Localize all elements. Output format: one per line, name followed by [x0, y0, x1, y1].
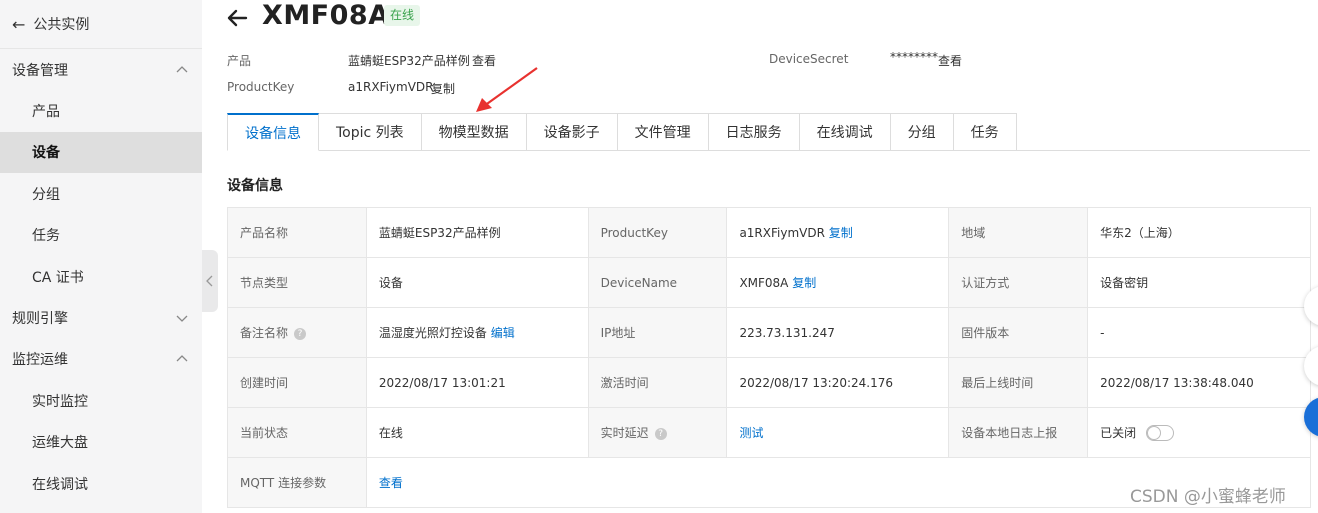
current-status-label: 当前状态 [227, 407, 367, 458]
help-icon[interactable]: ? [294, 327, 307, 340]
sidebar-group-rule-engine[interactable]: 规则引擎 [0, 297, 202, 338]
product-value: 蓝蜻蜓ESP32产品样例 [348, 54, 470, 68]
sidebar-item-task[interactable]: 任务 [0, 215, 202, 256]
productkey-copy-link[interactable]: 复制 [431, 80, 455, 97]
help-icon[interactable]: ? [654, 427, 667, 440]
page-title: XMF08A [262, 0, 390, 31]
sidebar-group-device-management[interactable]: 设备管理 [0, 49, 202, 90]
status-badge: 在线 [384, 5, 421, 26]
activated-time-label: 激活时间 [587, 357, 728, 408]
region-value: 华东2（上海） [1087, 207, 1311, 258]
sidebar-item-ops-dashboard[interactable]: 运维大盘 [0, 422, 202, 463]
auth-method-label: 认证方式 [948, 257, 1089, 308]
group-label: 监控运维 [12, 352, 68, 369]
tab-online-debug[interactable]: 在线调试 [799, 113, 891, 151]
local-log-report-value: 已关闭 [1100, 425, 1137, 440]
watermark: CSDN @小蜜蜂老师 [1130, 487, 1286, 507]
group-label: 规则引擎 [12, 311, 68, 328]
mqtt-params-label: MQTT 连接参数 [227, 457, 367, 508]
chevron-up-icon [176, 355, 188, 362]
chevron-down-icon [176, 315, 188, 322]
created-time-value: 2022/08/17 13:01:21 [365, 357, 589, 408]
firmware-version-value: - [1087, 307, 1311, 358]
table-row: 备注名称? 温湿度光照灯控设备 编辑 IP地址 223.73.131.247 固… [227, 307, 1311, 358]
back-to-instances-link[interactable]: ← 公共实例 [0, 0, 202, 49]
sidebar-collapse-handle[interactable] [202, 250, 218, 312]
productkey-value: a1RXFiymVDR [739, 226, 825, 240]
sidebar-group-monitoring[interactable]: 监控运维 [0, 339, 202, 380]
sidebar-item-ca-cert[interactable]: CA 证书 [0, 256, 202, 297]
created-time-label: 创建时间 [227, 357, 367, 408]
sidebar-item-group[interactable]: 分组 [0, 173, 202, 214]
table-row: 创建时间 2022/08/17 13:01:21 激活时间 2022/08/17… [227, 357, 1311, 408]
devicename-label: DeviceName [587, 257, 728, 308]
devicesecret-view-link[interactable]: 查看 [938, 52, 962, 69]
device-tabs: 设备信息 Topic 列表 物模型数据 设备影子 文件管理 日志服务 在线调试 … [227, 113, 1310, 151]
remark-name-label: 备注名称 [240, 326, 289, 340]
mqtt-params-view-link[interactable]: 查看 [379, 476, 403, 490]
devicename-value: XMF08A [739, 276, 789, 290]
latency-test-link[interactable]: 测试 [739, 426, 763, 440]
current-status-value: 在线 [365, 407, 589, 458]
productkey-copy-link[interactable]: 复制 [829, 226, 853, 240]
tab-file-management[interactable]: 文件管理 [617, 113, 709, 151]
sidebar-item-realtime-monitor[interactable]: 实时监控 [0, 380, 202, 421]
arrow-left-icon: ← [12, 14, 26, 34]
local-log-report-label: 设备本地日志上报 [948, 407, 1089, 458]
sidebar-item-device[interactable]: 设备 [0, 131, 202, 174]
remark-edit-link[interactable]: 编辑 [491, 326, 515, 340]
product-name-label: 产品名称 [227, 207, 367, 258]
productkey-label: ProductKey [227, 80, 295, 94]
ip-address-value: 223.73.131.247 [726, 307, 950, 358]
sidebar: ← 公共实例 设备管理 产品 设备 分组 任务 CA 证书 规则引擎 监控运维 … [0, 0, 202, 513]
node-type-value: 设备 [365, 257, 589, 308]
annotation-arrow [476, 67, 538, 112]
chevron-left-icon [206, 275, 213, 287]
section-title: 设备信息 [227, 178, 283, 194]
tab-group[interactable]: 分组 [890, 113, 954, 151]
region-label: 地域 [948, 207, 1089, 258]
sidebar-item-product[interactable]: 产品 [0, 90, 202, 131]
table-row: 节点类型 设备 DeviceName XMF08A 复制 认证方式 设备密钥 [227, 257, 1311, 308]
last-online-value: 2022/08/17 13:38:48.040 [1087, 357, 1311, 408]
firmware-version-label: 固件版本 [948, 307, 1089, 358]
local-log-toggle[interactable] [1146, 425, 1175, 442]
chevron-up-icon [176, 65, 188, 73]
realtime-latency-label: 实时延迟 [600, 426, 649, 440]
table-row: 产品名称 蓝蜻蜓ESP32产品样例 ProductKey a1RXFiymVDR… [227, 207, 1311, 258]
last-online-label: 最后上线时间 [948, 357, 1089, 408]
table-row: 当前状态 在线 实时延迟? 测试 设备本地日志上报 已关闭 [227, 407, 1311, 458]
device-info-table: 产品名称 蓝蜻蜓ESP32产品样例 ProductKey a1RXFiymVDR… [227, 207, 1312, 508]
tab-thing-model-data[interactable]: 物模型数据 [421, 113, 527, 151]
group-label: 设备管理 [12, 62, 68, 79]
product-name-value: 蓝蜻蜓ESP32产品样例 [365, 207, 589, 258]
devicesecret-value: ******** [890, 50, 938, 64]
productkey-label: ProductKey [587, 207, 728, 258]
tab-device-shadow[interactable]: 设备影子 [526, 113, 618, 151]
tab-topic-list[interactable]: Topic 列表 [319, 113, 422, 151]
node-type-label: 节点类型 [227, 257, 367, 308]
devicesecret-label: DeviceSecret [769, 52, 849, 66]
back-arrow-icon[interactable] [225, 6, 249, 30]
tab-task[interactable]: 任务 [953, 113, 1017, 151]
ip-address-label: IP地址 [587, 307, 728, 358]
back-label: 公共实例 [33, 17, 90, 33]
remark-name-value: 温湿度光照灯控设备 [378, 326, 487, 340]
product-label: 产品 [227, 54, 252, 68]
activated-time-value: 2022/08/17 13:20:24.176 [726, 357, 950, 408]
productkey-value: a1RXFiymVDR [348, 80, 434, 94]
sidebar-item-online-debug[interactable]: 在线调试 [0, 463, 202, 504]
tab-device-info[interactable]: 设备信息 [227, 113, 319, 151]
auth-method-value: 设备密钥 [1087, 257, 1311, 308]
devicename-copy-link[interactable]: 复制 [792, 276, 816, 290]
tab-log-service[interactable]: 日志服务 [708, 113, 800, 151]
